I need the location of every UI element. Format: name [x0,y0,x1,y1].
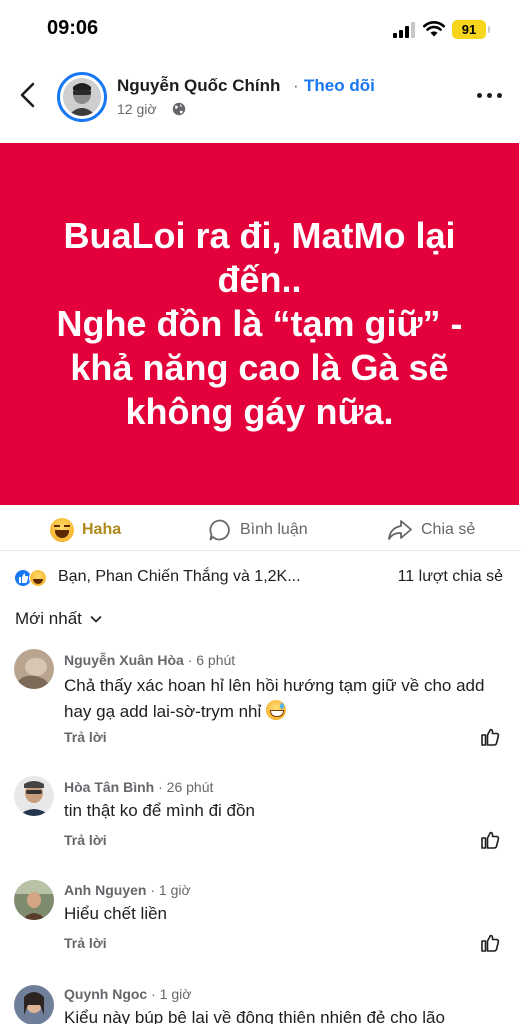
reply-button[interactable]: Trả lời [64,832,107,848]
comment-item: Quynh Ngoc · 1 giờ Kiểu này búp bê lại v… [0,983,521,1024]
grinning-sweat-icon [266,700,287,720]
author-name[interactable]: Nguyễn Quốc Chính [117,76,280,96]
reactions-summary: Bạn, Phan Chiến Thắng và 1,2K... 11 lượt… [0,565,521,591]
comment-bubble-icon [209,519,230,541]
follow-button[interactable]: Theo dõi [304,76,375,96]
public-globe-icon [172,102,186,116]
post-timestamp[interactable]: 12 giờ [117,101,157,117]
commenter-avatar[interactable] [14,649,54,689]
reply-button[interactable]: Trả lời [64,729,107,745]
chevron-down-icon [90,616,102,623]
comment-button[interactable]: Bình luận [208,517,308,543]
comment-time: · 1 giờ [151,986,192,1002]
commenter-name[interactable]: Hòa Tân Bình · 26 phút [64,779,213,795]
haha-reaction-icon [29,569,47,587]
comment-time: · 26 phút [158,779,214,795]
post-background-card: BuaLoi ra đi, MatMo lại đến.. Nghe đồn l… [0,143,519,505]
author-avatar[interactable] [57,72,107,122]
haha-reaction-button[interactable]: Haha [50,517,121,543]
reply-button[interactable]: Trả lời [64,935,107,951]
sort-label: Mới nhất [15,609,82,628]
status-time: 09:06 [47,17,99,39]
commenter-name-text[interactable]: Anh Nguyen [64,882,146,898]
post-action-bar: Haha Bình luận Chia sẻ [0,509,521,551]
comment-time: · 6 phút [187,652,236,668]
post-header: Nguyễn Quốc Chính · Theo dõi 12 giờ [0,62,521,142]
reaction-icons[interactable] [14,567,54,589]
commenter-name-text[interactable]: Nguyễn Xuân Hòa [64,652,184,668]
comment-label: Bình luận [240,521,308,538]
status-bar: 09:06 91 [0,0,521,60]
wifi-icon [423,21,445,37]
share-label: Chia sẻ [421,521,476,538]
comment-text: Hiểu chết liền [64,904,168,923]
haha-emoji-icon [50,518,74,542]
like-icon[interactable] [479,829,501,851]
more-options-icon[interactable] [477,92,503,100]
like-icon[interactable] [479,726,501,748]
commenter-avatar[interactable] [14,776,54,816]
commenter-name-text[interactable]: Hòa Tân Bình [64,779,154,795]
comment-text: Kiểu này búp bê lại về động thiên nhiên … [64,1008,445,1024]
comment-text: tin thật ko để mình đi đồn [64,801,255,820]
haha-label: Haha [82,521,122,538]
reaction-count-text[interactable]: Bạn, Phan Chiến Thắng và 1,2K... [58,568,301,586]
share-arrow-icon [388,520,412,540]
comment-sort-dropdown[interactable]: Mới nhất [15,607,102,631]
post-text: BuaLoi ra đi, MatMo lại đến.. Nghe đồn l… [56,215,463,432]
battery-icon: 91 [452,20,490,39]
commenter-name[interactable]: Anh Nguyen · 1 giờ [64,882,191,898]
cellular-signal-icon [393,22,417,38]
like-icon[interactable] [479,932,501,954]
commenter-avatar[interactable] [14,880,54,920]
share-button[interactable]: Chia sẻ [387,517,475,543]
back-arrow-icon[interactable] [17,82,39,108]
commenter-name-text[interactable]: Quynh Ngoc [64,986,147,1002]
commenter-name[interactable]: Nguyễn Xuân Hòa · 6 phút [64,652,235,668]
commenter-name[interactable]: Quynh Ngoc · 1 giờ [64,986,191,1002]
commenter-avatar[interactable] [14,985,54,1024]
comment-time: · 1 giờ [150,882,191,898]
share-count[interactable]: 11 lượt chia sẻ [398,568,503,586]
name-separator: · [293,76,299,95]
comment-text: Chả thấy xác hoan hỉ lên hồi hướng tạm g… [64,673,504,725]
